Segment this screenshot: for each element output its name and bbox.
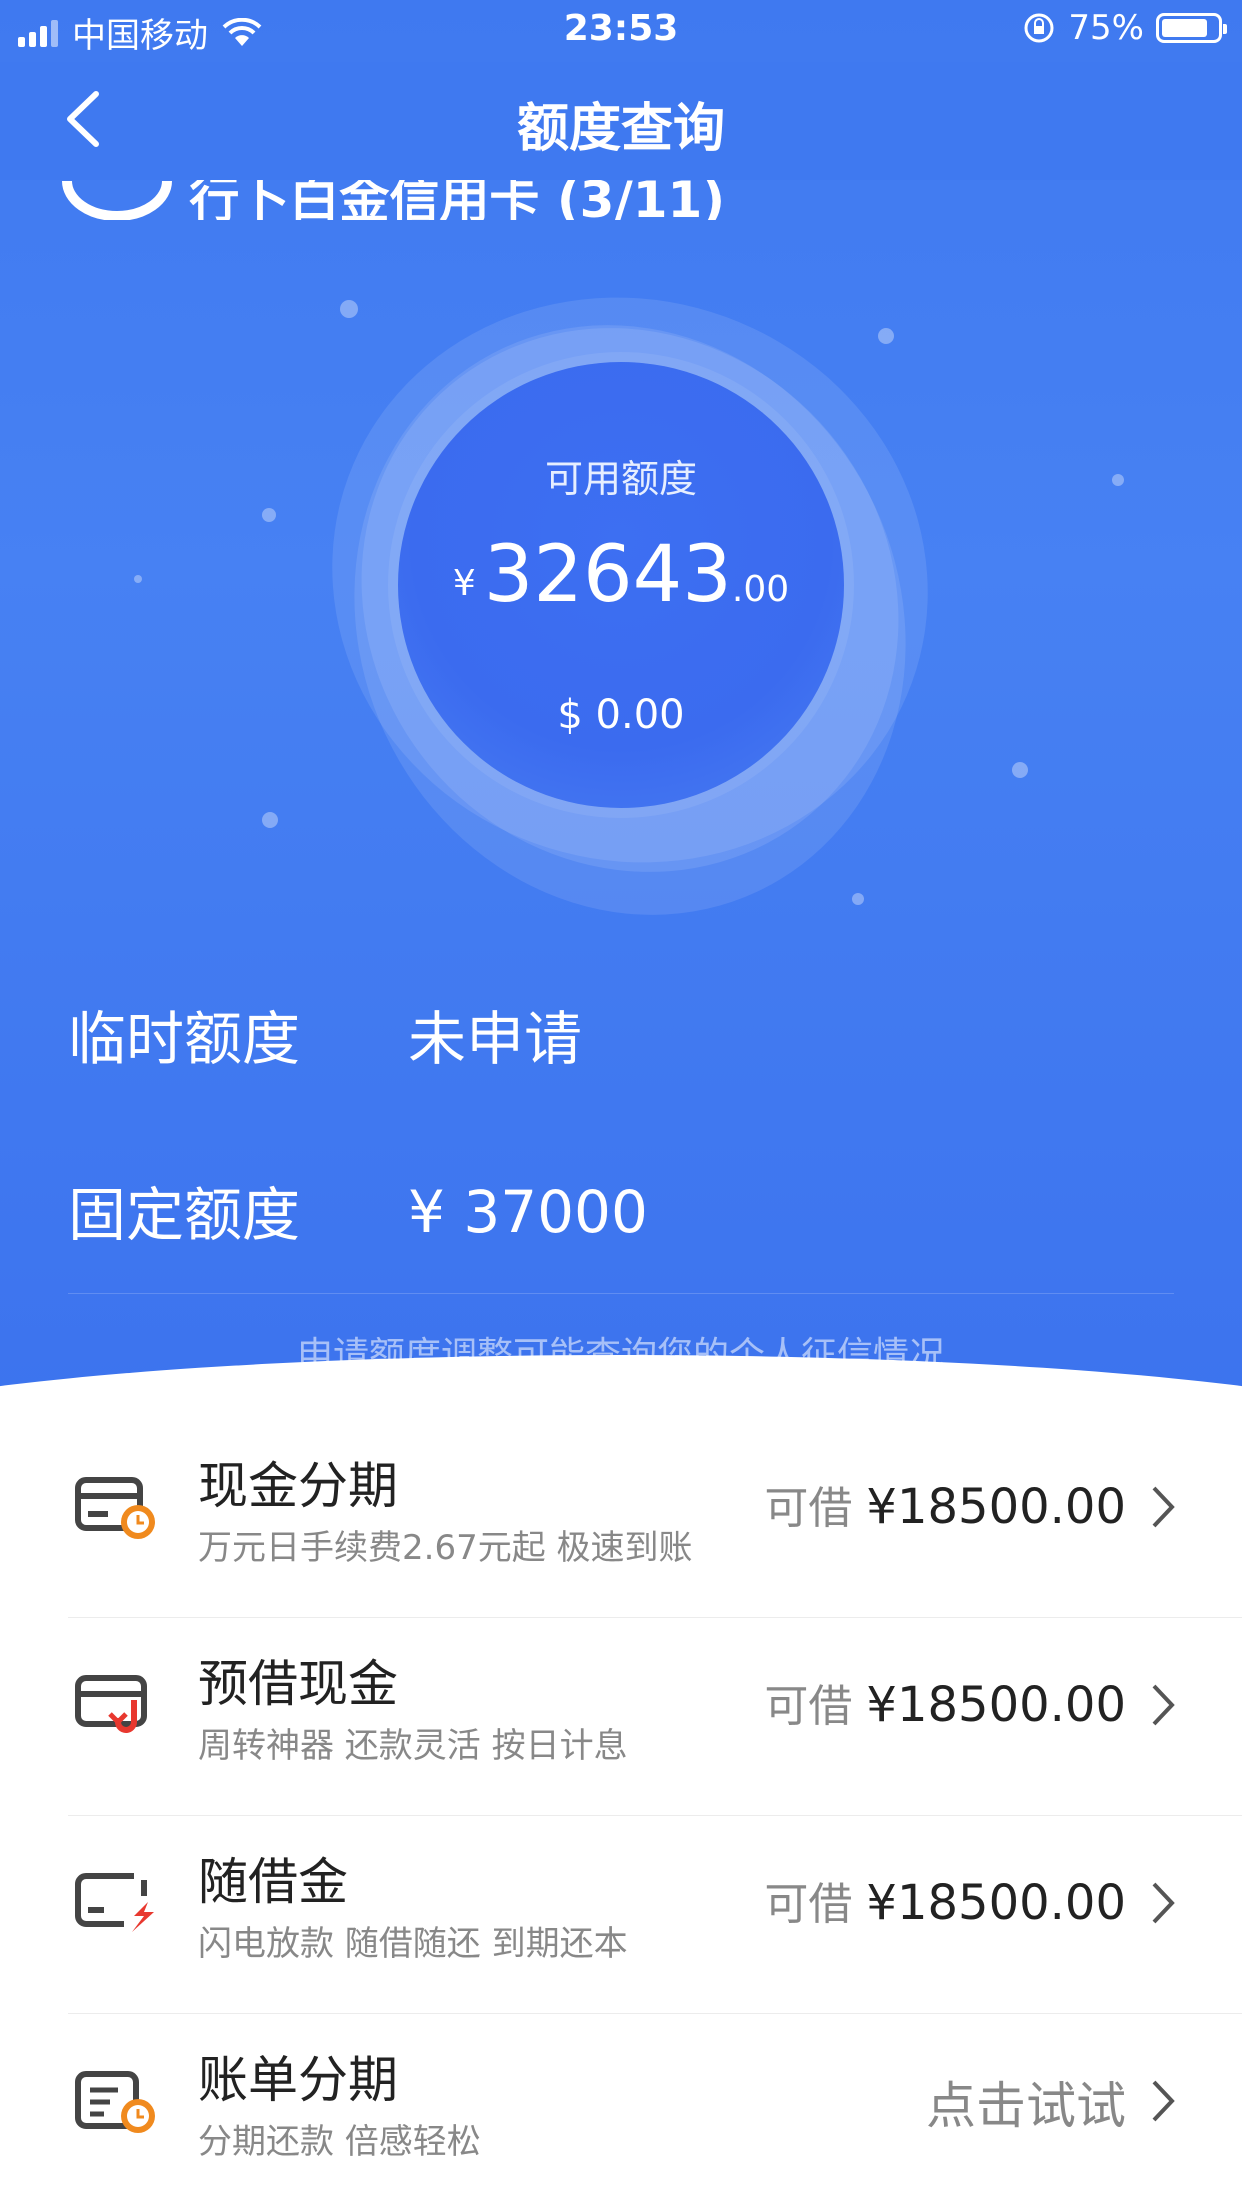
credit-hero: 中国移动 23:53 75% 额度查询 行卜白金信用卡 (3 <box>0 0 1242 1420</box>
sparkle-dot <box>134 575 142 583</box>
chevron-right-icon <box>1152 1684 1175 1726</box>
sparkle-dot <box>878 328 894 344</box>
list-item-cash-installment[interactable]: 现金分期 万元日手续费2.67元起 极速到账 可借 ¥18500.00 <box>0 1420 1242 1618</box>
sparkle-dot <box>1012 762 1028 778</box>
sparkle-dot <box>852 893 864 905</box>
item-subtitle: 分期还款 倍感轻松 <box>198 2122 481 2162</box>
amount-integer: 32643 <box>483 530 732 620</box>
item-prefix: 可借 <box>764 1681 853 1732</box>
list-item-cash-advance[interactable]: 预借现金 周转神器 还款灵活 按日计息 可借 ¥18500.00 <box>0 1618 1242 1816</box>
chevron-right-icon <box>1152 1486 1175 1528</box>
page-title-text: 额度查询 <box>516 99 725 159</box>
item-amount-value: ¥18500.00 <box>866 1677 1126 1733</box>
battery-icon <box>1156 13 1227 43</box>
item-prefix: 可借 <box>764 1483 853 1534</box>
list-item-bill-installment[interactable]: 账单分期 分期还款 倍感轻松 点击试试 <box>0 2014 1242 2212</box>
battery-percent: 75% <box>1068 8 1144 48</box>
cash-advance-icon <box>75 1675 147 1733</box>
list-item-flash-loan[interactable]: 随借金 闪电放款 随借随还 到期还本 可借 ¥18500.00 <box>0 1816 1242 2014</box>
amount-decimal: .00 <box>731 569 790 610</box>
currency-symbol: ¥ <box>452 563 476 604</box>
chevron-right-icon <box>1152 2080 1175 2122</box>
item-subtitle: 周转神器 还款灵活 按日计息 <box>198 1726 628 1766</box>
item-amount-value: ¥18500.00 <box>866 1875 1126 1931</box>
try-it-link[interactable]: 点击试试 <box>926 2066 1126 2138</box>
cash-installment-icon <box>75 1477 155 1539</box>
chevron-right-icon <box>1152 1882 1175 1924</box>
sparkle-dot <box>262 508 276 522</box>
item-amount: 可借 ¥18500.00 <box>764 1472 1126 1536</box>
sparkle-dot <box>1112 474 1124 486</box>
item-title: 预借现金 <box>198 1655 398 1713</box>
sparkle-dot <box>262 812 278 828</box>
temp-limit-value: 未申请 <box>408 1005 583 1073</box>
item-title: 账单分期 <box>198 2051 398 2109</box>
sparkle-dot <box>340 300 358 318</box>
item-subtitle: 万元日手续费2.67元起 极速到账 <box>198 1528 693 1568</box>
status-bar: 中国移动 23:53 75% <box>0 0 1242 62</box>
flash-loan-icon <box>75 1873 154 1932</box>
available-credit-circle: 可用额度 ¥32643.00 $ 0.00 <box>398 362 844 808</box>
item-title: 现金分期 <box>198 1457 398 1515</box>
temp-limit-label: 临时额度 <box>68 1005 301 1073</box>
item-amount: 可借 ¥18500.00 <box>764 1868 1126 1932</box>
credit-inquiry-note: 申请额度调整可能查询您的个人征信情况 <box>296 1335 945 1376</box>
item-prefix: 点击试试 <box>926 2077 1126 2135</box>
fixed-limit-label: 固定额度 <box>68 1181 301 1249</box>
item-amount-value: ¥18500.00 <box>866 1479 1126 1535</box>
item-subtitle: 闪电放款 随借随还 到期还本 <box>198 1924 628 1964</box>
available-credit-label: 可用额度 <box>544 457 697 501</box>
nav-bar-overlay: 额度查询 <box>0 62 1242 180</box>
orientation-lock-icon <box>1024 13 1054 43</box>
available-credit-amount: ¥32643.00 <box>398 530 844 620</box>
fixed-limit-value: ¥ 37000 <box>408 1178 648 1246</box>
bill-installment-icon <box>75 2071 155 2133</box>
item-title: 随借金 <box>198 1853 348 1911</box>
item-amount: 可借 ¥18500.00 <box>764 1670 1126 1734</box>
divider <box>68 1293 1174 1294</box>
item-prefix: 可借 <box>764 1879 853 1930</box>
usd-credit-amount: $ 0.00 <box>557 692 685 738</box>
